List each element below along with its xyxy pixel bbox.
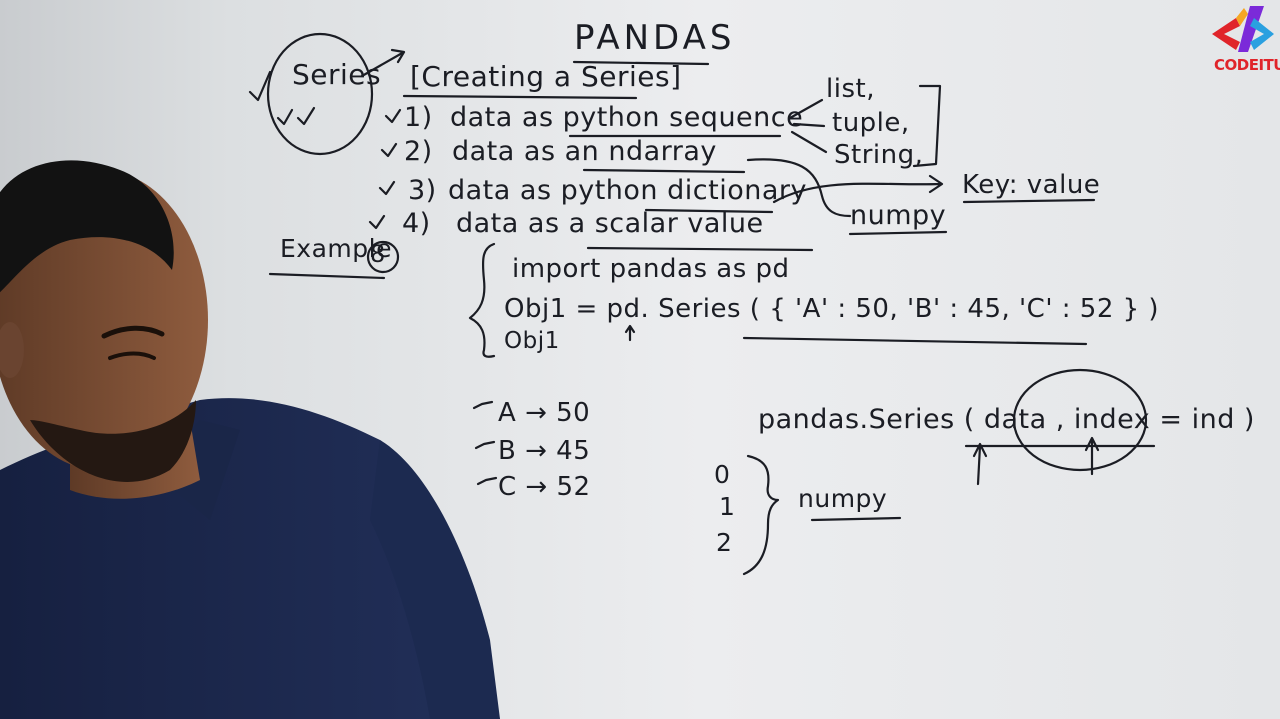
keyvalue-underline <box>962 198 1096 204</box>
output-arrow: → <box>525 398 548 428</box>
series-signature: pandas.Series ( data , index = ind ) <box>758 404 1255 435</box>
dict-note: Key: value <box>962 170 1101 200</box>
underline-scalar <box>586 246 814 252</box>
branch-string <box>790 130 828 154</box>
whiteboard: PANDAS Series [Creating a Series] 1) dat… <box>0 0 1280 719</box>
type-string: String, <box>834 140 924 170</box>
instructor <box>0 160 500 719</box>
ndarray-note: numpy <box>850 200 947 231</box>
output-arrow: → <box>525 472 548 502</box>
index-brace <box>742 454 780 576</box>
code-line-import: import pandas as pd <box>512 254 790 284</box>
dict-underline <box>742 336 1088 346</box>
series-pointer <box>624 324 636 342</box>
default-index-2: 2 <box>716 528 733 557</box>
type-list: list, <box>826 74 875 104</box>
code-line-series: Obj1 = pd. Series ( { 'A' : 50, 'B' : 45… <box>504 294 1160 324</box>
type-tuple: tuple, <box>832 108 910 138</box>
numpy2-underline <box>810 516 902 522</box>
logo-text: CODEITUP <box>1214 56 1280 74</box>
data-arrow <box>972 442 988 486</box>
default-index-note: numpy <box>798 484 888 513</box>
output-value: 45 <box>556 436 591 466</box>
output-value: 50 <box>556 398 591 428</box>
underline-ndarray <box>582 168 746 174</box>
default-index-1: 1 <box>719 492 736 521</box>
board-title: PANDAS <box>574 18 736 58</box>
output-arrow: → <box>525 436 548 466</box>
output-value: 52 <box>556 472 591 502</box>
numpy-underline <box>848 230 948 236</box>
default-index-0: 0 <box>714 460 731 489</box>
